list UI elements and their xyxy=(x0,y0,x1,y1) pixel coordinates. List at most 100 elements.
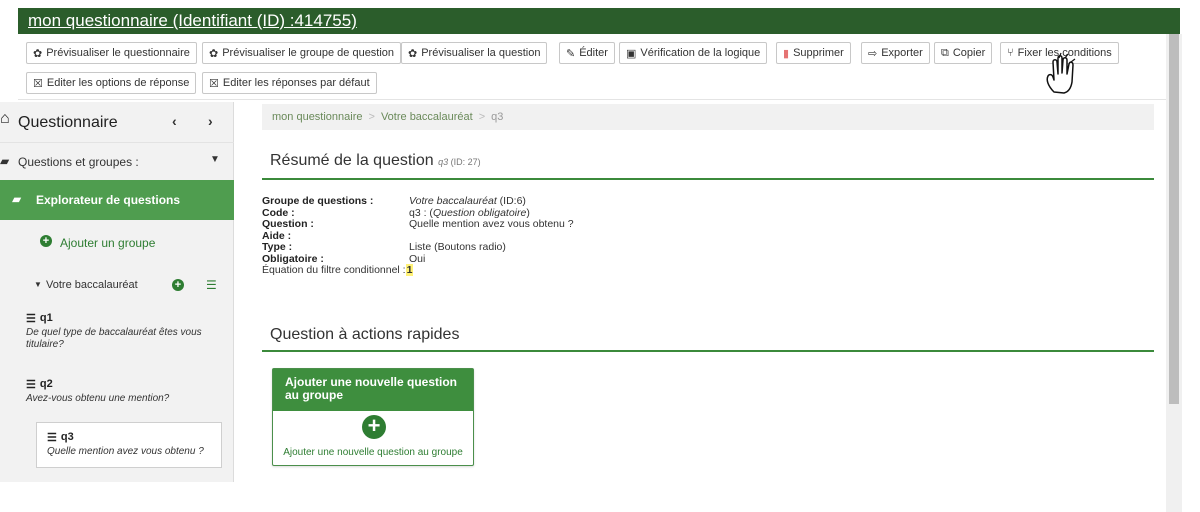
home-icon[interactable]: ⌂ xyxy=(0,110,10,128)
breadcrumb-separator: > xyxy=(478,111,486,123)
sidebar: ⌂ Questionnaire ‹ › ▰ Questions et group… xyxy=(0,102,234,482)
question-summary: Groupe de questions : Votre baccalauréat … xyxy=(262,195,962,279)
folder-open-icon: ▰ xyxy=(0,154,10,168)
question-value: Quelle mention avez vous obtenu ? xyxy=(409,218,574,230)
sidebar-header: ⌂ Questionnaire ‹ › xyxy=(0,102,234,142)
preview-survey-label: Prévisualiser le questionnaire xyxy=(46,47,190,59)
group-value: Votre baccalauréat xyxy=(409,195,497,207)
question-explorer-label: Explorateur de questions xyxy=(36,193,181,207)
preview-group-button[interactable]: ✿ Prévisualiser le groupe de question xyxy=(202,42,402,64)
group-label: Groupe de questions : xyxy=(262,195,374,207)
sidebar-title: Questionnaire xyxy=(18,114,118,131)
summary-heading-text: Résumé de la question xyxy=(270,152,434,169)
plus-circle-icon[interactable]: + xyxy=(172,279,184,291)
question-text: Quelle mention avez vous obtenu ? xyxy=(47,446,204,457)
group-id: (ID:6) xyxy=(496,195,526,207)
copy-button[interactable]: ⧉ Copier xyxy=(934,42,993,64)
question-text: Avez-vous obtenu une mention? xyxy=(26,393,170,404)
divider xyxy=(262,178,1154,180)
default-answers-button[interactable]: ☒ Editer les réponses par défaut xyxy=(202,72,377,94)
caret-down-icon: ▼ xyxy=(34,280,42,289)
quick-actions-heading: Question à actions rapides xyxy=(270,326,460,343)
gear-icon: ✿ xyxy=(408,47,418,60)
question-explorer-toggle[interactable]: ▰ Explorateur de questions xyxy=(0,180,234,220)
list-box-icon: ☒ xyxy=(209,77,219,90)
caret-down-icon: ▼ xyxy=(210,154,220,165)
copy-label: Copier xyxy=(952,47,986,59)
mandatory-note: Question obligatoire xyxy=(432,206,527,219)
edit-button[interactable]: ✎ Éditer xyxy=(559,42,615,64)
scrollbar-thumb[interactable] xyxy=(1169,34,1179,404)
preview-question-button[interactable]: ✿ Prévisualiser la question xyxy=(401,42,548,64)
list-icon: ☰ xyxy=(26,313,36,325)
chevron-right-icon[interactable]: › xyxy=(208,113,213,129)
survey-title-bar: mon questionnaire (Identifiant (ID) :414… xyxy=(18,8,1180,34)
summary-heading: Résumé de la question q3 (ID: 27) xyxy=(270,152,481,170)
question-code: q3 xyxy=(60,431,74,443)
preview-question-label: Prévisualiser la question xyxy=(421,47,541,59)
divider xyxy=(262,350,1154,352)
checklist-icon: ▣ xyxy=(626,47,637,60)
questions-groups-dropdown[interactable]: ▰ Questions et groupes : ▼ xyxy=(0,142,234,180)
pencil-icon: ✎ xyxy=(566,47,576,60)
default-answers-label: Editer les réponses par défaut xyxy=(222,77,370,89)
export-button[interactable]: ⇨ Exporter xyxy=(861,42,930,64)
sidebar-question-item[interactable]: ☰ q2 Avez-vous obtenu une mention? xyxy=(26,378,222,405)
chevron-left-icon[interactable]: ‹ xyxy=(172,113,177,129)
question-text: De quel type de baccalauréat êtes vous t… xyxy=(26,327,202,350)
page-scrollbar[interactable] xyxy=(1166,34,1182,512)
sidebar-question-item[interactable]: ☰ q1 De quel type de baccalauréat êtes vo… xyxy=(26,312,222,351)
list-icon: ☰ xyxy=(26,379,36,391)
question-label: Question : xyxy=(262,218,314,230)
plus-circle-icon: + xyxy=(40,235,52,247)
gear-icon: ✿ xyxy=(209,47,219,60)
plus-circle-icon[interactable]: + xyxy=(362,415,386,439)
add-question-card-title: Ajouter une nouvelle question au groupe xyxy=(273,369,473,411)
breadcrumb-group[interactable]: Votre baccalauréat xyxy=(381,111,473,123)
summary-id-small: (ID: 27) xyxy=(450,157,481,167)
code-close: ) xyxy=(526,206,530,219)
gear-icon: ✿ xyxy=(33,47,43,60)
sidebar-group-item[interactable]: ▼ Votre baccalauréat + ☰ xyxy=(0,266,234,306)
delete-label: Supprimer xyxy=(793,47,844,59)
answer-options-button[interactable]: ☒ Editer les options de réponse xyxy=(26,72,197,94)
group-name-label: Votre baccalauréat xyxy=(46,279,138,291)
question-code: q2 xyxy=(39,378,53,390)
breadcrumb-question: q3 xyxy=(491,111,504,123)
breadcrumb-separator: > xyxy=(368,111,375,123)
delete-button[interactable]: ▮ Supprimer xyxy=(776,42,851,64)
preview-survey-button[interactable]: ✿ Prévisualiser le questionnaire xyxy=(26,42,197,64)
type-label: Type : xyxy=(262,241,293,253)
add-group-link[interactable]: + Ajouter un groupe xyxy=(0,220,234,266)
type-value: Liste (Boutons radio) xyxy=(409,241,506,253)
summary-code-small: q3 xyxy=(438,157,449,167)
list-box-icon: ☒ xyxy=(33,77,43,90)
code-value: q3 : ( xyxy=(409,206,433,219)
hand-pointer-cursor-icon xyxy=(1046,52,1076,94)
export-icon: ⇨ xyxy=(868,47,878,60)
folder-open-icon: ▰ xyxy=(12,192,22,206)
preview-group-label: Prévisualiser le groupe de question xyxy=(222,47,395,59)
question-toolbar: ✿ Prévisualiser le questionnaire ✿ Prévi… xyxy=(18,34,1166,100)
sidebar-question-item-active[interactable]: ☰ q3 Quelle mention avez vous obtenu ? xyxy=(36,422,222,468)
fork-icon: ⑂ xyxy=(1007,47,1014,59)
add-group-label: Ajouter un groupe xyxy=(60,236,156,250)
edit-label: Éditer xyxy=(579,47,608,59)
export-label: Exporter xyxy=(881,47,923,59)
trash-icon: ▮ xyxy=(783,47,790,60)
equation-value: 1 xyxy=(405,264,414,276)
add-question-card[interactable]: Ajouter une nouvelle question au groupe … xyxy=(272,368,474,466)
survey-title-link[interactable]: mon questionnaire (Identifiant (ID) :414… xyxy=(28,11,357,31)
list-icon[interactable]: ☰ xyxy=(206,278,217,292)
answer-options-label: Editer les options de réponse xyxy=(46,77,190,89)
list-icon: ☰ xyxy=(47,432,57,444)
breadcrumb-survey[interactable]: mon questionnaire xyxy=(272,111,363,123)
logic-check-label: Vérification de la logique xyxy=(640,47,761,59)
copy-icon: ⧉ xyxy=(941,46,949,59)
questions-groups-label: Questions et groupes : xyxy=(18,155,139,169)
question-code: q1 xyxy=(39,312,53,324)
logic-check-button[interactable]: ▣ Vérification de la logique xyxy=(619,42,768,64)
equation-label: Équation du filtre conditionnel : xyxy=(262,264,406,276)
breadcrumb: mon questionnaire > Votre baccalauréat > q3 xyxy=(262,104,1154,130)
add-question-card-link[interactable]: Ajouter une nouvelle question au groupe xyxy=(273,447,473,458)
